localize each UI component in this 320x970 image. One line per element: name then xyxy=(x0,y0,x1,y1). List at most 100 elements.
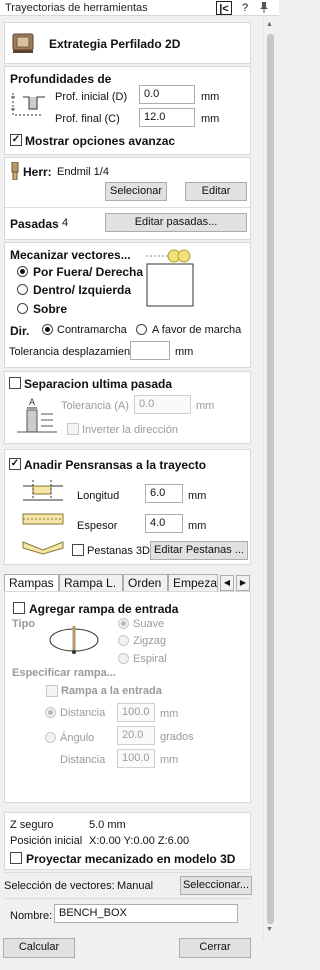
add-tabs-panel: ✓ Anadir Pensransas a la trayecto Longit… xyxy=(4,449,251,565)
window-title: Trayectorias de herramientas xyxy=(5,2,148,14)
tool-panel: Herr: Endmil 1/4 Selecionar Editar Pasad… xyxy=(4,157,251,240)
show-advanced-checkbox[interactable]: ✓ xyxy=(10,134,22,146)
tab-lead-ramp[interactable]: Rampa L. xyxy=(59,574,123,592)
ramp-angle-input[interactable]: 20.0 xyxy=(117,726,155,745)
scrollbar[interactable]: ▲ ▼ xyxy=(263,18,277,940)
last-pass-checkbox[interactable] xyxy=(9,377,21,389)
ramp-distance2-unit: mm xyxy=(160,754,179,766)
show-advanced-label: Mostrar opciones avanzac xyxy=(25,134,176,148)
tab-thickness-icon xyxy=(22,513,64,525)
last-pass-tolerance-input[interactable]: 0.0 xyxy=(134,395,191,414)
depths-panel: Profundidades de Prof. inicial (D) 0.0 m… xyxy=(4,66,251,155)
radio-climb[interactable] xyxy=(136,324,147,335)
ramp-type-diagram-icon xyxy=(49,626,99,654)
tab-length-unit: mm xyxy=(188,490,207,502)
add-ramp-checkbox[interactable] xyxy=(13,602,25,614)
edit-tabs-button[interactable]: Editar Pestanas ... xyxy=(150,541,248,560)
ramp-distance2-label: Distancia xyxy=(60,754,106,766)
header-panel: Extrategia Perfilado 2D xyxy=(4,22,251,64)
start-depth-unit: mm xyxy=(201,91,220,103)
machine-vectors-panel: Mecanizar vectores... Por Fuera/ Derecha… xyxy=(4,242,251,368)
tab-length-icon xyxy=(23,480,63,501)
home-position-value: X:0.00 Y:0.00 Z:6.00 xyxy=(89,835,190,847)
radio-ramp-smooth[interactable] xyxy=(118,618,129,629)
last-pass-diagram-icon: A xyxy=(17,397,57,433)
window-title-bar: Trayectorias de herramientas xyxy=(0,0,279,16)
radio-ramp-zigzag[interactable] xyxy=(118,635,129,646)
summary-panel: Z seguro 5.0 mm Posición inicial X:0.00 … xyxy=(4,812,251,870)
ramp-distance-input[interactable]: 100.0 xyxy=(117,703,155,722)
endmill-icon xyxy=(11,162,19,180)
name-input[interactable]: BENCH_BOX xyxy=(54,904,238,923)
ramp-distance2-input[interactable]: 100.0 xyxy=(117,749,155,768)
last-pass-tolerance-unit: mm xyxy=(196,400,215,412)
passes-count: 4 xyxy=(62,217,69,229)
invert-direction-checkbox[interactable] xyxy=(67,423,79,435)
depths-heading: Profundidades de xyxy=(10,72,112,86)
edit-passes-button[interactable]: Editar pasadas... xyxy=(105,213,247,232)
end-depth-label: Prof. final (C) xyxy=(55,113,120,125)
arrow-left-icon[interactable]: ◀ xyxy=(220,575,234,591)
tab-thickness-input[interactable]: 4.0 xyxy=(145,514,183,533)
tab-thickness-label: Espesor xyxy=(77,520,118,532)
end-depth-unit: mm xyxy=(201,113,220,125)
radio-conventional[interactable] xyxy=(42,324,53,335)
project-3d-checkbox[interactable] xyxy=(10,852,22,864)
page-title: Extrategia Perfilado 2D xyxy=(49,37,181,51)
tabs-3d-icon xyxy=(22,541,64,555)
radio-ramp-spiral[interactable] xyxy=(118,653,129,664)
end-depth-input[interactable]: 12.0 xyxy=(139,108,195,127)
radio-ramp-distance[interactable] xyxy=(45,707,56,718)
calculate-button[interactable]: Calcular xyxy=(3,938,75,958)
add-tabs-checkbox[interactable]: ✓ xyxy=(9,458,21,470)
scrollbar-thumb[interactable] xyxy=(267,34,274,924)
select-tool-button[interactable]: Selecionar xyxy=(105,182,167,201)
radio-on[interactable] xyxy=(17,303,28,314)
start-depth-input[interactable]: 0.0 xyxy=(139,85,195,104)
tab-thickness-unit: mm xyxy=(188,520,207,532)
radio-ramp-smooth-label: Suave xyxy=(133,618,165,630)
specify-ramp-label: Especificar rampa... xyxy=(12,667,116,679)
entry-ramp-label: Rampa a la entrada xyxy=(61,685,162,697)
ramp-angle-label: Ángulo xyxy=(60,732,95,744)
depth-diagram-icon xyxy=(11,93,45,116)
tab-ramps[interactable]: Rampas xyxy=(4,574,59,592)
radio-ramp-angle[interactable] xyxy=(45,732,56,743)
ramp-angle-unit: grados xyxy=(160,731,194,743)
home-position-label: Posición inicial xyxy=(10,835,83,847)
help-button[interactable]: ? xyxy=(240,1,250,15)
add-tabs-label: Anadir Pensransas a la trayecto xyxy=(24,458,207,472)
safe-z-value: 5.0 mm xyxy=(89,819,126,831)
scroll-down-icon[interactable]: ▼ xyxy=(266,926,273,933)
tabs-3d-checkbox[interactable] xyxy=(72,544,84,556)
vector-selection-mode: Manual xyxy=(117,880,154,892)
radio-inside[interactable] xyxy=(17,284,28,295)
radio-ramp-spiral-label: Espiral xyxy=(133,653,167,665)
tab-start[interactable]: Empeza xyxy=(168,574,218,592)
radio-outside-label: Por Fuera/ Derecha xyxy=(33,265,144,279)
close-button[interactable]: Cerrar xyxy=(179,938,251,958)
radio-outside[interactable] xyxy=(17,266,28,277)
tab-length-label: Longitud xyxy=(77,490,120,502)
ramp-distance-unit: mm xyxy=(160,708,179,720)
tool-label: Herr: xyxy=(23,165,52,179)
radio-inside-label: Dentro/ Izquierda xyxy=(33,283,132,297)
entry-ramp-checkbox[interactable] xyxy=(46,685,58,697)
tab-order[interactable]: Orden xyxy=(123,574,168,592)
tab-length-input[interactable]: 6.0 xyxy=(145,484,183,503)
ramp-distance-label: Distancia xyxy=(60,707,106,719)
direction-label: Dir. xyxy=(10,324,30,338)
offset-tolerance-unit: mm xyxy=(175,346,194,358)
arrow-right-icon[interactable]: ▶ xyxy=(236,575,250,591)
scroll-up-icon[interactable]: ▲ xyxy=(266,21,273,28)
edit-tool-button[interactable]: Editar xyxy=(185,182,247,201)
select-vectors-button[interactable]: Seleccionar... xyxy=(180,876,252,895)
profile-toolpath-icon xyxy=(12,33,34,53)
last-pass-panel: Separacion ultima pasada A Tolerancia (A… xyxy=(4,371,251,444)
radio-ramp-zigzag-label: Zigzag xyxy=(133,635,167,647)
divider xyxy=(4,898,251,899)
pin-icon[interactable] xyxy=(258,1,270,15)
invert-direction-label: Inverter la dirección xyxy=(82,424,178,436)
offset-tolerance-input[interactable] xyxy=(130,341,170,360)
collapse-left-icon[interactable]: |< xyxy=(216,1,232,15)
